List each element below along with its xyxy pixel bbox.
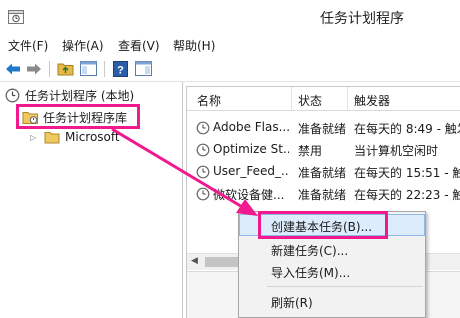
- menu-refresh[interactable]: 刷新(R): [239, 290, 425, 312]
- forward-button[interactable]: [25, 59, 43, 78]
- expand-arrow-icon[interactable]: ▷: [30, 133, 40, 142]
- folder-icon: [44, 131, 60, 143]
- task-status: 准备就绪: [298, 166, 347, 180]
- task-clock-icon: [196, 187, 210, 201]
- tree-root-node[interactable]: 任务计划程序 (本地): [5, 87, 134, 104]
- window-title: 任务计划程序: [320, 11, 404, 27]
- task-trigger: 在每天的 8:49 - 触发: [354, 122, 460, 136]
- tree-microsoft-label: Microsoft: [65, 130, 120, 144]
- menu-create-task[interactable]: 新建任务(C)...: [239, 238, 425, 260]
- svg-text:?: ?: [117, 64, 124, 76]
- menu-action[interactable]: 操作(A): [62, 37, 104, 54]
- back-arrow-icon: [6, 63, 20, 74]
- menu-bar: 文件(F) 操作(A) 查看(V) 帮助(H): [0, 34, 460, 56]
- task-name: 微软设备健...: [213, 188, 285, 202]
- task-row[interactable]: User_Feed_... 准备就绪 在每天的 15:51 - 触: [187, 161, 460, 183]
- task-scheduler-app-icon: [8, 10, 24, 24]
- menu-separator: [267, 286, 423, 287]
- menu-item-label: 刷新(R): [271, 296, 313, 310]
- task-trigger: 在每天的 15:51 - 触: [354, 166, 460, 180]
- menu-help[interactable]: 帮助(H): [173, 37, 215, 54]
- task-row[interactable]: 微软设备健... 准备就绪 在每天的 22:23 - 触: [187, 183, 460, 205]
- library-highlight-box: [16, 104, 140, 129]
- title-bar: 任务计划程序: [0, 0, 460, 34]
- column-header-trigger[interactable]: 触发器: [354, 92, 390, 109]
- tree-node-microsoft[interactable]: ▷ Microsoft: [30, 130, 120, 144]
- toolbar-separator: [104, 61, 105, 77]
- menu-view[interactable]: 查看(V): [118, 37, 160, 54]
- tree-root-label: 任务计划程序 (本地): [25, 89, 135, 103]
- task-row[interactable]: Optimize St... 禁用 当计算机空闲时: [187, 139, 460, 161]
- help-icon: ?: [112, 60, 128, 77]
- task-row[interactable]: Adobe Flas... 准备就绪 在每天的 8:49 - 触发: [187, 117, 460, 139]
- folder-up-icon: [57, 63, 74, 76]
- task-name: Adobe Flas...: [213, 120, 289, 134]
- task-status: 准备就绪: [298, 188, 347, 202]
- help-button[interactable]: ?: [111, 59, 129, 78]
- menu-import-task[interactable]: 导入任务(M)...: [239, 260, 425, 282]
- menu-item-label: 新建任务(C)...: [271, 244, 349, 258]
- menu-file[interactable]: 文件(F): [8, 37, 48, 54]
- toolbar-separator: [49, 61, 50, 77]
- task-clock-icon: [196, 121, 210, 135]
- list-header: 名称 状态 触发器: [187, 87, 460, 111]
- menu-item-label: 导入任务(M)...: [271, 266, 351, 280]
- column-header-name[interactable]: 名称: [197, 92, 221, 109]
- column-header-status[interactable]: 状态: [298, 92, 322, 109]
- task-status: 禁用: [298, 144, 323, 158]
- task-name: Optimize St...: [213, 142, 289, 156]
- toolbar: ?: [0, 56, 460, 82]
- task-status: 准备就绪: [298, 122, 347, 136]
- show-hide-action-pane-button[interactable]: [134, 59, 153, 78]
- task-name: User_Feed_...: [213, 164, 289, 178]
- show-hide-console-tree-button[interactable]: [79, 59, 98, 78]
- clock-icon: [5, 88, 20, 103]
- column-divider[interactable]: [291, 87, 292, 111]
- task-trigger: 在每天的 22:23 - 触: [354, 188, 460, 202]
- task-clock-icon: [196, 165, 210, 179]
- task-clock-icon: [196, 143, 210, 157]
- menu-highlight-box: [258, 211, 388, 239]
- show-hide-action-pane-icon: [135, 61, 152, 76]
- scroll-left-icon[interactable]: ◀: [191, 256, 198, 266]
- show-hide-tree-icon: [80, 61, 97, 76]
- back-button[interactable]: [4, 59, 22, 78]
- column-divider[interactable]: [347, 87, 348, 111]
- task-trigger: 当计算机空闲时: [354, 144, 439, 158]
- up-folder-button[interactable]: [56, 59, 75, 78]
- forward-arrow-icon: [27, 63, 41, 74]
